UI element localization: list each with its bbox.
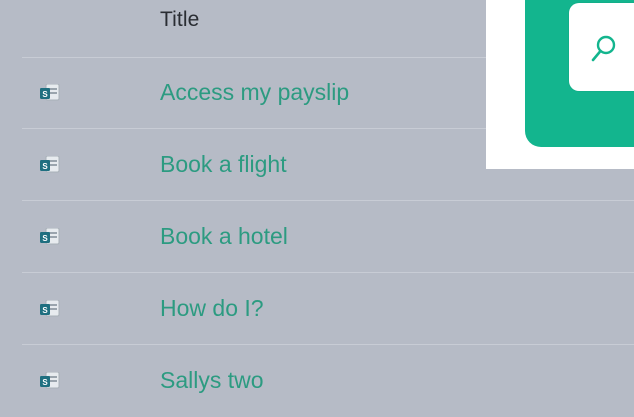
sharepoint-page-icon: S <box>40 155 60 173</box>
item-title-link[interactable]: Access my payslip <box>160 79 349 106</box>
search-button[interactable] <box>569 3 634 91</box>
sharepoint-page-icon: S <box>40 227 60 245</box>
sharepoint-page-icon: S <box>40 299 60 317</box>
list-item[interactable]: S Book a hotel <box>22 201 634 273</box>
svg-text:S: S <box>42 378 48 387</box>
item-title-link[interactable]: Sallys two <box>160 367 264 394</box>
item-title-link[interactable]: Book a hotel <box>160 223 288 250</box>
sharepoint-page-icon: S <box>40 371 60 389</box>
svg-text:S: S <box>42 306 48 315</box>
svg-text:S: S <box>42 234 48 243</box>
svg-text:S: S <box>42 162 48 171</box>
column-header-title[interactable]: Title <box>160 8 199 32</box>
item-title-link[interactable]: Book a flight <box>160 151 287 178</box>
list-item[interactable]: S Sallys two <box>22 345 634 417</box>
sharepoint-page-icon: S <box>40 83 60 101</box>
search-icon <box>591 35 616 62</box>
item-title-link[interactable]: How do I? <box>160 295 264 322</box>
svg-text:S: S <box>42 90 48 99</box>
list-item[interactable]: S How do I? <box>22 273 634 345</box>
